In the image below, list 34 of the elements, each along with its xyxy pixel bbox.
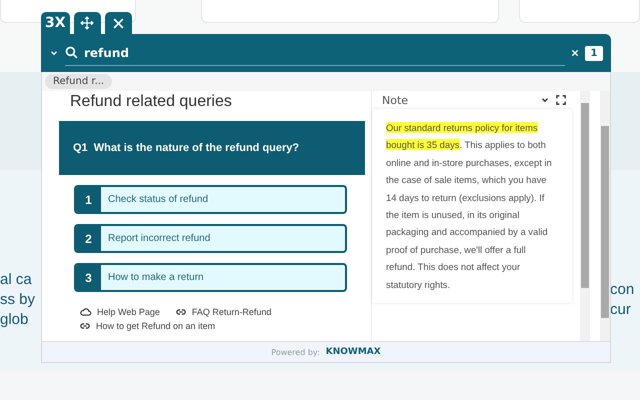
clear-icon[interactable]: [571, 49, 579, 57]
scrollbar[interactable]: [600, 91, 610, 341]
resource-link[interactable]: How to get Refund on an item: [78, 321, 216, 331]
answer-option[interactable]: 1 Check status of refund: [74, 185, 347, 214]
note-text: Our standard returns policy for items bought is 35 days. This applies to both online and in-store purchases, except in the case of sale items, which you have 14 days to return (exclusions apply). If the item is unused, in its original packaging and accompanied by a valid proof of purchase, we'll offer a full refund. This does not affect your statutory rights.: [386, 121, 553, 292]
brand-name: KNOWMAX: [326, 347, 381, 357]
move-icon: [80, 16, 94, 30]
resource-link[interactable]: FAQ Return-Refund: [174, 306, 272, 317]
filter-chip[interactable]: Refund r...: [45, 74, 112, 89]
background-text: con: [610, 280, 636, 300]
cloud-icon: [78, 306, 93, 317]
note-title: Note: [382, 94, 410, 106]
link-icon: [78, 321, 92, 331]
close-tab[interactable]: [104, 12, 132, 34]
background-text: ss by: [0, 290, 36, 310]
search-input[interactable]: refund: [84, 46, 565, 60]
zoom-tab[interactable]: 3X: [41, 12, 70, 34]
search-icon: [65, 46, 78, 59]
message-count-badge[interactable]: 1: [585, 46, 603, 60]
section-title: Refund related queries: [69, 92, 233, 112]
background-text: glob: [0, 310, 30, 330]
resource-link[interactable]: Help Web Page: [78, 306, 160, 317]
powered-by-label: Powered by:: [271, 348, 320, 356]
search-field[interactable]: refund: [65, 40, 565, 66]
answer-option[interactable]: 2 Report incorrect refund: [74, 224, 347, 253]
background-text: cur: [610, 300, 632, 320]
expand-icon[interactable]: [556, 95, 566, 105]
answer-option[interactable]: 3 How to make a return: [74, 263, 347, 292]
background-text: al ca: [0, 270, 33, 290]
scrollbar[interactable]: [580, 91, 590, 341]
close-icon: [112, 16, 125, 30]
question-banner: Q1 What is the nature of the refund query?: [59, 121, 365, 175]
link-icon: [174, 306, 188, 316]
move-tab[interactable]: [74, 12, 101, 34]
